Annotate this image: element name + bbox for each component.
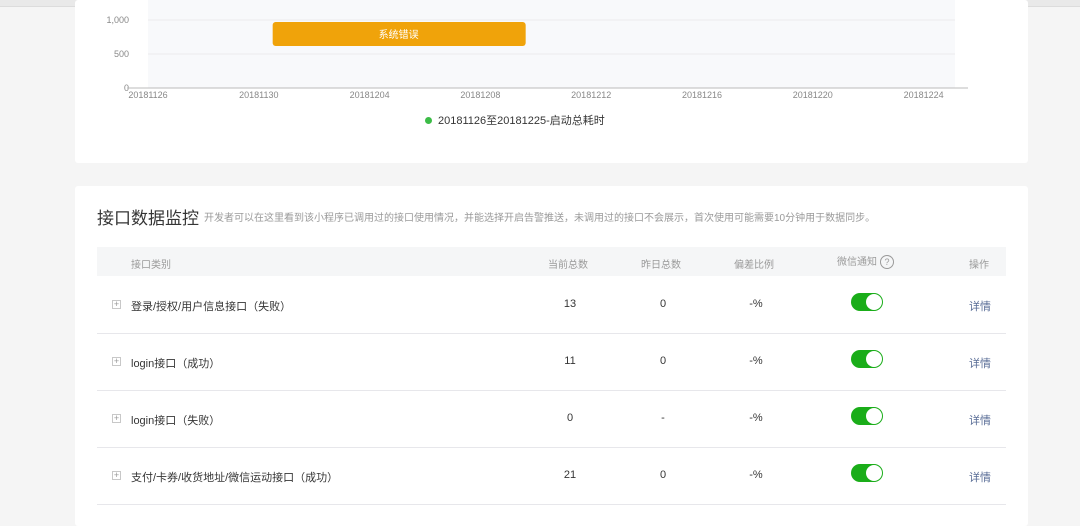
expand-icon[interactable]: + xyxy=(112,300,121,309)
table-row: + login接口（失败） 0 - -% 详情 xyxy=(97,390,1006,448)
current-total-value: 11 xyxy=(564,355,576,367)
header-category: 接口类别 xyxy=(131,260,171,271)
toggle-knob xyxy=(866,408,882,424)
expand-icon[interactable]: + xyxy=(112,357,121,366)
table-row: + login接口（成功） 11 0 -% 详情 xyxy=(97,333,1006,391)
x-tick-label: 20181130 xyxy=(239,90,278,100)
yesterday-total-value: 0 xyxy=(659,469,667,481)
x-tick-label: 20181216 xyxy=(682,90,722,100)
deviation-value: -% xyxy=(749,355,763,367)
x-tick-label: 20181224 xyxy=(904,90,944,100)
x-tick-label: 20181212 xyxy=(571,90,611,100)
header-action: 操作 xyxy=(969,260,989,271)
system-error-label: 系统错误 xyxy=(379,28,419,41)
toggle-knob xyxy=(866,294,882,310)
header-current-total: 当前总数 xyxy=(548,260,588,271)
chart-legend[interactable]: 20181126至20181225-启动总耗时 xyxy=(425,112,605,128)
section-description: 开发者可以在这里看到该小程序已调用过的接口使用情况，并能选择开启告警推送，未调用… xyxy=(204,213,876,224)
detail-link[interactable]: 详情 xyxy=(969,298,991,314)
header-deviation: 偏差比例 xyxy=(734,260,774,271)
yesterday-total-value: - xyxy=(661,412,665,424)
table-header: 接口类别 当前总数 昨日总数 偏差比例 微信通知? 操作 xyxy=(97,247,1006,276)
detail-link[interactable]: 详情 xyxy=(969,412,991,428)
startup-time-chart-card: 1,000 500 0 20181126 20181130 20181204 2018120… xyxy=(75,0,1028,163)
expand-icon[interactable]: + xyxy=(112,414,121,423)
header-yesterday-total: 昨日总数 xyxy=(641,260,681,271)
legend-label: 20181126至20181225-启动总耗时 xyxy=(438,115,605,127)
detail-link[interactable]: 详情 xyxy=(969,355,991,371)
legend-dot-icon xyxy=(425,116,432,124)
toggle-knob xyxy=(866,465,882,481)
header-wechat-notify: 微信通知? xyxy=(837,253,894,270)
api-category-name: 支付/卡券/收货地址/微信运动接口（成功） xyxy=(131,472,339,484)
wechat-notify-toggle[interactable] xyxy=(851,293,883,311)
x-tick-label: 20181126 xyxy=(128,90,167,100)
deviation-value: -% xyxy=(749,412,763,424)
header-wechat-notify-label: 微信通知 xyxy=(837,257,877,268)
api-category-name: 登录/授权/用户信息接口（失败） xyxy=(131,301,292,313)
y-tick-label: 1,000 xyxy=(106,15,129,25)
wechat-notify-toggle[interactable] xyxy=(851,350,883,368)
x-tick-label: 20181204 xyxy=(350,90,390,100)
deviation-value: -% xyxy=(749,298,763,310)
deviation-value: -% xyxy=(749,469,763,481)
section-title: 接口数据监控 xyxy=(97,209,199,228)
yesterday-total-value: 0 xyxy=(659,355,667,367)
expand-icon[interactable]: + xyxy=(112,471,121,480)
wechat-notify-toggle[interactable] xyxy=(851,464,883,482)
detail-link[interactable]: 详情 xyxy=(969,469,991,485)
current-total-value: 0 xyxy=(566,412,574,424)
chart-canvas: 1,000500020181126 20181130 20181204 2018120… xyxy=(106,0,968,100)
help-icon[interactable]: ? xyxy=(880,255,894,270)
toggle-knob xyxy=(866,351,882,367)
x-tick-label: 20181220 xyxy=(793,90,833,100)
api-category-name: login接口（失败） xyxy=(131,415,221,427)
yesterday-total-value: 0 xyxy=(659,298,667,310)
table-row: + 登录/授权/用户信息接口（失败） 13 0 -% 详情 xyxy=(97,276,1006,334)
api-monitor-card: 接口数据监控 开发者可以在这里看到该小程序已调用过的接口使用情况，并能选择开启告… xyxy=(75,186,1028,526)
api-category-name: login接口（成功） xyxy=(131,358,221,370)
x-tick-label: 20181208 xyxy=(460,90,500,100)
current-total-value: 13 xyxy=(563,298,577,310)
plot-background xyxy=(148,0,955,88)
y-tick-label: 500 xyxy=(114,49,129,59)
table-row: + 支付/卡券/收货地址/微信运动接口（成功） 21 0 -% 详情 xyxy=(97,447,1006,505)
wechat-notify-toggle[interactable] xyxy=(851,407,883,425)
current-total-value: 21 xyxy=(563,469,577,481)
